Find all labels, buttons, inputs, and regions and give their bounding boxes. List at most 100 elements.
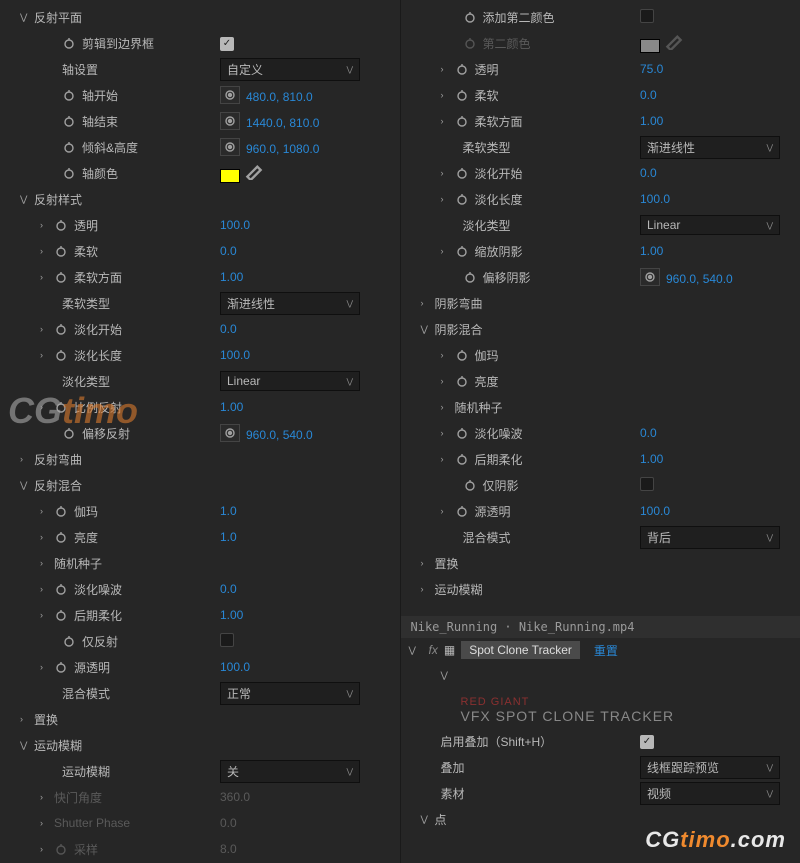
expand-icon[interactable]: ›: [40, 584, 50, 594]
expand-icon[interactable]: ›: [40, 246, 50, 256]
stopwatch-icon[interactable]: [455, 244, 469, 258]
stopwatch-icon[interactable]: [455, 192, 469, 206]
stopwatch-icon[interactable]: [54, 218, 68, 232]
stopwatch-icon[interactable]: [62, 88, 76, 102]
stopwatch-icon[interactable]: [54, 582, 68, 596]
value[interactable]: 1.00: [640, 244, 663, 258]
expand-icon[interactable]: ›: [441, 64, 451, 74]
checkbox[interactable]: [220, 633, 234, 647]
dropdown[interactable]: Linear⋁: [640, 215, 780, 235]
value[interactable]: 75.0: [640, 62, 663, 76]
value[interactable]: 100.0: [220, 218, 250, 232]
expand-icon[interactable]: ⋁: [441, 670, 451, 681]
expand-icon[interactable]: ›: [40, 324, 50, 334]
expand-icon[interactable]: ›: [40, 844, 50, 854]
expand-icon[interactable]: ›: [40, 532, 50, 542]
expand-icon[interactable]: ›: [441, 454, 451, 464]
stopwatch-icon[interactable]: [455, 88, 469, 102]
stopwatch-icon[interactable]: [455, 504, 469, 518]
preset-icon[interactable]: ▦: [444, 643, 455, 657]
coord-value[interactable]: 480.0, 810.0: [246, 90, 313, 104]
expand-icon[interactable]: ⋁: [421, 814, 431, 825]
stopwatch-icon[interactable]: [54, 530, 68, 544]
target-icon[interactable]: [640, 268, 660, 286]
value[interactable]: 0.0: [640, 88, 657, 102]
expand-icon[interactable]: ›: [40, 350, 50, 360]
stopwatch-icon[interactable]: [54, 400, 68, 414]
value[interactable]: 0.0: [640, 426, 657, 440]
expand-icon[interactable]: ›: [40, 506, 50, 516]
stopwatch-icon[interactable]: [455, 166, 469, 180]
stopwatch-icon[interactable]: [62, 36, 76, 50]
expand-icon[interactable]: ›: [40, 662, 50, 672]
expand-icon[interactable]: ›: [421, 298, 431, 308]
stopwatch-icon[interactable]: [463, 10, 477, 24]
expand-icon[interactable]: ⋁: [409, 645, 419, 656]
dropdown[interactable]: Linear⋁: [220, 371, 360, 391]
expand-icon[interactable]: ›: [441, 350, 451, 360]
dropdown[interactable]: 正常⋁: [220, 682, 360, 705]
stopwatch-icon[interactable]: [54, 244, 68, 258]
stopwatch-icon[interactable]: [463, 270, 477, 284]
expand-icon[interactable]: ›: [40, 792, 50, 802]
expand-icon[interactable]: ›: [441, 116, 451, 126]
stopwatch-icon[interactable]: [455, 62, 469, 76]
value[interactable]: 1.00: [640, 452, 663, 466]
expand-icon[interactable]: ⋁: [20, 480, 30, 491]
stopwatch-icon[interactable]: [463, 478, 477, 492]
target-icon[interactable]: [220, 424, 240, 442]
expand-icon[interactable]: ›: [40, 610, 50, 620]
stopwatch-icon[interactable]: [62, 140, 76, 154]
expand-icon[interactable]: ›: [421, 584, 431, 594]
reset-link[interactable]: 重置: [594, 642, 618, 659]
expand-icon[interactable]: ›: [441, 90, 451, 100]
expand-icon[interactable]: ›: [441, 506, 451, 516]
value[interactable]: 0.0: [640, 166, 657, 180]
expand-icon[interactable]: ›: [20, 714, 30, 724]
value[interactable]: 1.00: [220, 608, 243, 622]
expand-icon[interactable]: ⋁: [20, 194, 30, 205]
checkbox[interactable]: [640, 477, 654, 491]
stopwatch-icon[interactable]: [455, 114, 469, 128]
stopwatch-icon[interactable]: [54, 660, 68, 674]
stopwatch-icon[interactable]: [455, 348, 469, 362]
expand-icon[interactable]: ›: [40, 220, 50, 230]
expand-icon[interactable]: ›: [40, 272, 50, 282]
target-icon[interactable]: [220, 138, 240, 156]
dropdown[interactable]: 自定义⋁: [220, 58, 360, 81]
expand-icon[interactable]: ›: [40, 818, 50, 828]
expand-icon[interactable]: ›: [441, 402, 451, 412]
value[interactable]: 1.0: [220, 530, 237, 544]
dropdown[interactable]: 渐进线性⋁: [220, 292, 360, 315]
expand-icon[interactable]: ›: [441, 246, 451, 256]
stopwatch-icon[interactable]: [62, 166, 76, 180]
expand-icon[interactable]: ⋁: [20, 740, 30, 751]
fx-icon[interactable]: fx: [429, 643, 438, 657]
dropdown[interactable]: 渐进线性⋁: [640, 136, 780, 159]
effect-name[interactable]: Spot Clone Tracker: [461, 641, 580, 659]
checkbox[interactable]: [640, 9, 654, 23]
stopwatch-icon[interactable]: [455, 426, 469, 440]
dropdown[interactable]: 视频⋁: [640, 782, 780, 805]
stopwatch-icon[interactable]: [54, 348, 68, 362]
value[interactable]: 0.0: [220, 582, 237, 596]
value[interactable]: 100.0: [220, 348, 250, 362]
target-icon[interactable]: [220, 86, 240, 104]
value[interactable]: 1.00: [220, 270, 243, 284]
expand-icon[interactable]: ›: [441, 168, 451, 178]
value[interactable]: 100.0: [640, 504, 670, 518]
target-icon[interactable]: [220, 112, 240, 130]
coord-value[interactable]: 960.0, 540.0: [246, 428, 313, 442]
dropdown[interactable]: 关⋁: [220, 760, 360, 783]
checkbox[interactable]: ✓: [220, 37, 234, 51]
color-swatch[interactable]: [220, 169, 240, 183]
coord-value[interactable]: 960.0, 540.0: [666, 272, 733, 286]
stopwatch-icon[interactable]: [54, 504, 68, 518]
value[interactable]: 0.0: [220, 244, 237, 258]
stopwatch-icon[interactable]: [455, 452, 469, 466]
expand-icon[interactable]: ⋁: [421, 324, 431, 335]
stopwatch-icon[interactable]: [54, 322, 68, 336]
stopwatch-icon[interactable]: [455, 374, 469, 388]
stopwatch-icon[interactable]: [62, 634, 76, 648]
expand-icon[interactable]: ›: [20, 454, 30, 464]
